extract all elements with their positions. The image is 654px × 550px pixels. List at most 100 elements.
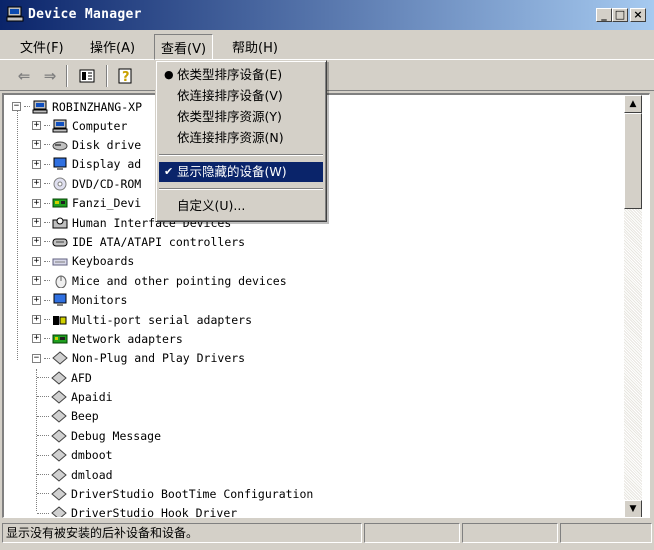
properties-icon[interactable] [76,66,98,86]
expand-toggle[interactable]: − [32,353,41,363]
tree-category-item[interactable]: − Non-Plug and Play Drivers [32,349,245,368]
tree-driver-label: Apaidi [71,389,113,404]
driver-icon [52,351,68,365]
tree-driver-item[interactable]: Apaidi [37,387,113,406]
tree-category-label: DVD/CD-ROM [72,176,142,191]
menu-file[interactable]: 文件(F) [14,36,70,57]
menu-item-sort-resources-by-connection[interactable]: 依连接排序资源(N) [159,128,323,148]
tree-category-label: Computer [72,118,128,133]
menu-action[interactable]: 操作(A) [84,36,141,57]
tree-category-item[interactable]: + Multi-port serial adapters [32,310,252,329]
vertical-scrollbar[interactable]: ▲ ▼ [624,95,642,517]
tree-driver-item[interactable]: AFD [37,368,92,387]
tree-category-label: Monitors [72,293,128,308]
expand-toggle[interactable]: + [32,198,41,208]
driver-icon [51,448,67,462]
tree-category-label: Mice and other pointing devices [72,273,287,288]
tree-category-item[interactable]: + DVD/CD-ROM [32,174,141,193]
tree-category-item[interactable]: + Monitors [32,291,127,310]
computer-icon [52,119,68,132]
toolbar: ⇐ ⇒ ? [0,61,654,91]
display-adapter-icon [53,157,67,171]
status-bar: 显示没有被安装的后补设备和设备。 [0,519,654,550]
svg-text:?: ? [122,70,130,84]
expand-toggle[interactable]: + [32,218,41,227]
tree-category-label: Multi-port serial adapters [72,312,253,327]
menu-item-show-hidden-devices[interactable]: ✔ 显示隐藏的设备(W) [159,162,323,182]
tree-driver-item[interactable]: DriverStudio Hook Driver [37,504,238,518]
tree-category-label: Display ad [72,157,142,172]
expand-toggle[interactable]: + [32,140,41,150]
menu-item-customize[interactable]: 自定义(U)... [159,196,323,216]
tree-category-label: Non-Plug and Play Drivers [72,351,246,366]
tree-category-item[interactable]: + IDE ATA/ATAPI controllers [32,232,245,251]
help-icon[interactable]: ? [116,66,138,86]
tree-category-label: Network adapters [72,331,183,346]
expand-toggle[interactable]: + [32,295,41,305]
view-menu-dropdown: ● 依类型排序设备(E) 依连接排序设备(V) 依类型排序资源(Y) 依连接排序资… [155,60,327,222]
driver-icon [51,370,67,385]
title-bar[interactable]: Device Manager _ □ × [0,0,654,30]
tree-driver-item[interactable]: Debug Message [37,426,161,445]
window-title: Device Manager [28,7,142,22]
checkmark-icon: ✔ [164,165,174,178]
expand-toggle[interactable]: + [32,256,41,266]
driver-icon [51,467,67,482]
driver-icon [51,506,67,517]
tree-driver-item[interactable]: dmboot [37,446,113,465]
expand-toggle[interactable]: + [32,315,41,324]
collapse-toggle[interactable]: − [12,102,21,111]
tree-driver-item[interactable]: DriverStudio BootTime Configuration [37,484,313,503]
menu-item-sort-devices-by-type[interactable]: ● 依类型排序设备(E) [159,65,323,85]
scroll-down-button[interactable]: ▼ [624,500,642,517]
expand-toggle[interactable]: + [32,179,41,189]
menu-help[interactable]: 帮助(H) [226,36,284,57]
tree-category-item[interactable]: + Computer [32,116,127,135]
menu-separator [159,188,323,190]
tree-category-item[interactable]: + Network adapters [32,329,183,348]
scroll-up-button[interactable]: ▲ [624,95,642,113]
close-button[interactable]: × [630,8,646,22]
menu-view[interactable]: 查看(V) [154,34,214,60]
monitor-icon [53,293,67,307]
back-arrow-icon[interactable]: ⇐ [14,66,34,86]
tree-driver-label: DriverStudio Hook Driver [71,506,238,518]
tree-root-label: ROBINZHANG-XP [52,99,143,114]
tree-category-item[interactable]: + Disk drive [32,135,141,154]
tree-category-item[interactable]: + Display ad [32,155,141,174]
expand-toggle[interactable]: + [32,159,41,169]
device-manager-icon [6,6,24,22]
hid-icon [52,217,68,228]
tree-category-item[interactable]: + Mice and other pointing devices [32,271,287,290]
computer-icon [32,100,48,113]
dvd-icon [53,177,67,191]
disk-drive-icon [52,141,68,151]
expand-toggle[interactable]: + [32,237,41,247]
keyboard-icon [52,258,68,266]
menu-item-sort-resources-by-type[interactable]: 依类型排序资源(Y) [159,107,323,127]
tree-driver-item[interactable]: dmload [37,465,113,484]
expand-toggle[interactable]: + [32,121,41,130]
expand-toggle[interactable]: + [32,334,41,344]
minimize-button[interactable]: _ [596,8,612,22]
toolbar-separator [66,65,68,87]
tree-category-label: Keyboards [72,254,135,269]
scroll-thumb[interactable] [624,113,642,209]
expand-toggle[interactable]: + [32,276,41,286]
menu-bar: 文件(F) 操作(A) 查看(V) 帮助(H) [0,30,654,60]
status-pane-4 [560,523,652,543]
tree-root[interactable]: − ROBINZHANG-XP [12,97,142,116]
tree-category-label: Fanzi_Devi [72,196,142,211]
forward-arrow-icon[interactable]: ⇒ [40,66,60,86]
tree-driver-label: dmboot [71,448,113,463]
tree-category-item[interactable]: + Fanzi_Devi [32,194,141,213]
network-icon [52,334,68,344]
menu-item-sort-devices-by-connection[interactable]: 依连接排序设备(V) [159,86,323,106]
tree-driver-label: Beep [71,409,99,424]
tree-category-item[interactable]: + Keyboards [32,252,134,271]
ide-icon [52,238,68,247]
tree-driver-label: Debug Message [71,428,162,443]
status-pane-3 [462,523,558,543]
tree-driver-item[interactable]: Beep [37,407,99,426]
maximize-button[interactable]: □ [612,8,628,22]
